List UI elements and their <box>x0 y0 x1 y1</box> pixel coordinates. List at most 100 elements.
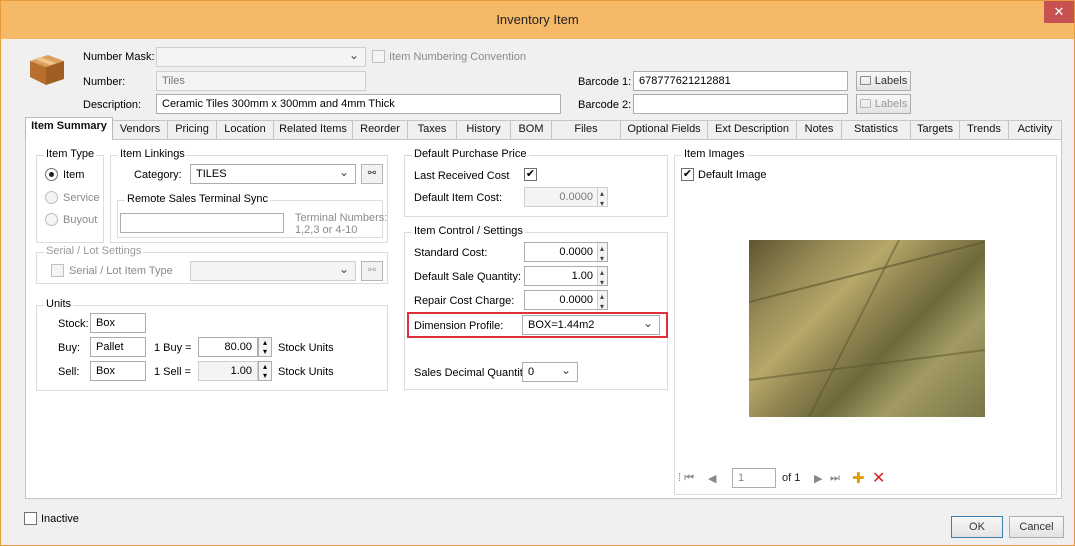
tab-vendors[interactable]: Vendors <box>112 120 168 139</box>
add-image-plus-icon[interactable]: ✚ <box>852 469 865 487</box>
sales-decimal-qty-label: Sales Decimal Quantity: <box>414 367 532 379</box>
stock-label: Stock: <box>58 318 89 330</box>
tab-pricing[interactable]: Pricing <box>167 120 217 139</box>
prev-record-icon[interactable]: ◀ <box>708 472 716 485</box>
sell-units-label: Stock Units <box>278 366 334 378</box>
serial-lot-checkbox[interactable] <box>51 264 64 277</box>
item-numbering-label: Item Numbering Convention <box>389 51 526 63</box>
last-received-cost-label: Last Received Cost <box>414 170 510 182</box>
barcode2-label: Barcode 2: <box>578 99 632 111</box>
dimension-profile-label: Dimension Profile: <box>414 320 504 332</box>
tab-item-summary[interactable]: Item Summary <box>25 117 113 140</box>
close-button[interactable]: ✕ <box>1044 1 1074 23</box>
repair-cost-field[interactable]: 0.0000 <box>524 290 608 310</box>
buy-unit-field[interactable]: Pallet <box>90 337 146 357</box>
item-type-buyout-label: Buyout <box>63 214 98 226</box>
repair-cost-label: Repair Cost Charge: <box>414 295 515 307</box>
last-received-cost-checkbox[interactable]: ✔ <box>524 168 537 181</box>
tab-ext-description[interactable]: Ext Description <box>707 120 797 139</box>
tab-history[interactable]: History <box>456 120 511 139</box>
dimension-profile-dropdown[interactable]: BOX=1.44m2 <box>522 315 660 335</box>
default-sale-qty-spin[interactable] <box>597 267 607 285</box>
stock-unit-field[interactable]: Box <box>90 313 146 333</box>
item-type-item-radio[interactable] <box>45 168 58 181</box>
tab-related-items[interactable]: Related Items <box>273 120 353 139</box>
tab-targets[interactable]: Targets <box>910 120 960 139</box>
tab-location[interactable]: Location <box>216 120 274 139</box>
printer-icon <box>859 76 871 85</box>
box-icon <box>26 51 68 87</box>
default-image-checkbox[interactable]: ✔ <box>681 168 694 181</box>
delete-image-x-icon[interactable]: ✕ <box>872 468 885 488</box>
item-numbering-checkbox[interactable] <box>372 50 385 63</box>
record-number-field[interactable]: 1 <box>732 468 776 488</box>
serial-lot-dropdown[interactable] <box>190 261 356 281</box>
category-lookup-binoculars-icon[interactable]: ⚯ <box>361 164 383 184</box>
terminal-numbers-hint-1: Terminal Numbers: <box>295 212 388 224</box>
default-sale-qty-field[interactable]: 1.00 <box>524 266 608 286</box>
number-mask-label: Number Mask: <box>83 51 155 63</box>
inventory-item-window: Inventory Item ✕ Number Mask: Item Numbe… <box>0 0 1075 546</box>
item-summary-panel: Item Type Item Service Buyout Item Linki… <box>25 139 1062 499</box>
item-type-item-label: Item <box>63 169 85 181</box>
item-type-service-radio[interactable] <box>45 191 58 204</box>
tab-optional-fields[interactable]: Optional Fields <box>620 120 708 139</box>
sell-qty-spin-button[interactable]: ▴ ▾ <box>258 361 272 381</box>
ceramic-tile-image <box>749 240 985 417</box>
tab-bom[interactable]: BOM <box>510 120 552 139</box>
sell-unit-field[interactable]: Box <box>90 361 146 381</box>
sell-qty-stepper[interactable]: 1.00 <box>198 361 258 381</box>
default-image-label: Default Image <box>698 169 767 181</box>
standard-cost-spin[interactable] <box>597 243 607 261</box>
serial-lot-label: Serial / Lot Item Type <box>69 265 173 277</box>
number-mask-dropdown[interactable] <box>156 47 366 67</box>
default-purchase-group: Default Purchase Price <box>404 148 668 217</box>
buy-eq-label: 1 Buy = <box>154 342 192 354</box>
tab-taxes[interactable]: Taxes <box>407 120 457 139</box>
category-dropdown[interactable]: TILES <box>190 164 356 184</box>
last-record-icon[interactable]: ⏭ <box>830 472 840 485</box>
tab-statistics[interactable]: Statistics <box>841 120 911 139</box>
first-record-icon[interactable]: ⁞ ⏮ <box>678 472 694 485</box>
standard-cost-field[interactable]: 0.0000 <box>524 242 608 262</box>
description-field[interactable]: Ceramic Tiles 300mm x 300mm and 4mm Thic… <box>156 94 561 114</box>
item-type-buyout-radio[interactable] <box>45 213 58 226</box>
number-label: Number: <box>83 76 126 88</box>
printer-icon <box>859 99 871 108</box>
tab-files[interactable]: Files <box>551 120 621 139</box>
buy-qty-stepper[interactable]: 80.00 <box>198 337 258 357</box>
description-label: Description: <box>83 99 142 111</box>
inactive-label: Inactive <box>41 513 79 525</box>
terminal-numbers-hint-2: 1,2,3 or 4-10 <box>295 224 358 236</box>
category-label: Category: <box>134 169 182 181</box>
next-record-icon[interactable]: ▶ <box>814 472 822 485</box>
window-title: Inventory Item <box>496 12 579 27</box>
tab-trends[interactable]: Trends <box>959 120 1009 139</box>
inactive-checkbox[interactable] <box>24 512 37 525</box>
tab-reorder[interactable]: Reorder <box>352 120 408 139</box>
sell-label: Sell: <box>58 366 80 378</box>
tab-notes[interactable]: Notes <box>796 120 842 139</box>
barcode1-field[interactable]: 678777621212881 <box>633 71 848 91</box>
buy-qty-spin-button[interactable]: ▴ ▾ <box>258 337 272 357</box>
record-count-label: of 1 <box>782 472 801 484</box>
default-item-cost-spin[interactable] <box>597 188 607 206</box>
repair-cost-spin[interactable] <box>597 291 607 309</box>
buy-label: Buy: <box>58 342 81 354</box>
labels-button-1[interactable]: Labels <box>856 71 911 91</box>
default-item-cost-field[interactable]: 0.0000 <box>524 187 608 207</box>
tab-activity[interactable]: Activity <box>1008 120 1062 139</box>
buy-units-label: Stock Units <box>278 342 334 354</box>
cancel-button[interactable]: Cancel <box>1009 516 1064 538</box>
barcode2-field[interactable] <box>633 94 848 114</box>
terminal-numbers-field[interactable] <box>120 213 284 233</box>
standard-cost-label: Standard Cost: <box>414 247 488 259</box>
ok-button[interactable]: OK <box>951 516 1003 538</box>
number-field[interactable]: Tiles <box>156 71 366 91</box>
sell-eq-label: 1 Sell = <box>154 366 191 378</box>
serial-lot-binoculars-icon[interactable]: ⚯ <box>361 261 383 281</box>
labels-button-2[interactable]: Labels <box>856 94 911 114</box>
default-sale-qty-label: Default Sale Quantity: <box>414 271 522 283</box>
sales-decimal-qty-dropdown[interactable]: 0 <box>522 362 578 382</box>
barcode1-label: Barcode 1: <box>578 76 632 88</box>
